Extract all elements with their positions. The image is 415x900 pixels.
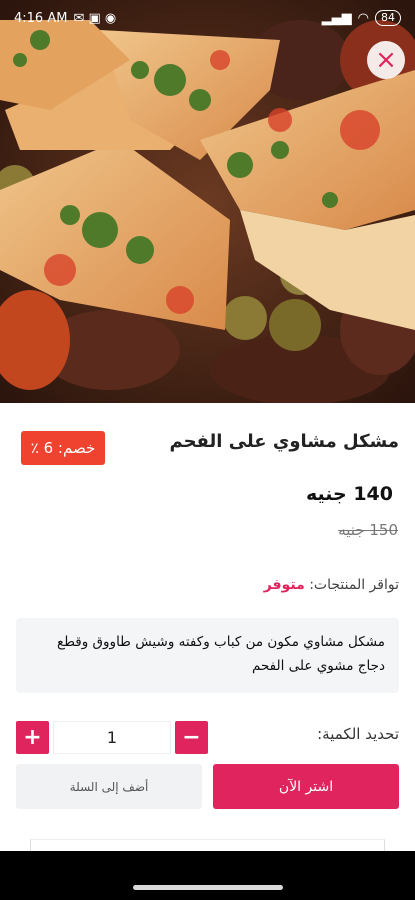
system-nav-bar [0,851,415,900]
close-icon: × [375,45,397,75]
minus-icon: − [182,724,201,750]
buy-now-button[interactable]: اشتر الآن [213,764,399,809]
quantity-stepper: + 1 − [16,720,208,754]
status-bar: 4:16 AM ✉ ▣ ◉ ▂▄▆ ◠ 84 [0,0,415,36]
signal-icon: ▂▄▆ [321,10,352,26]
availability-value: متوفر [263,577,305,593]
product-price: 140 جنيه [305,483,393,505]
home-handle[interactable] [133,885,283,890]
product-title: مشكل مشاوي على الفحم [169,431,399,452]
quantity-plus-button[interactable]: + [16,720,49,754]
notification-icons: ✉ ▣ ◉ [73,10,117,26]
description-text: مشكل مشاوي مكون من كباب وكفته وشيش طاووق… [57,634,385,674]
food-photo [0,0,415,403]
quantity-label: تحديد الكمية: [317,725,399,743]
old-price: 150 جنيه [338,521,398,539]
plus-icon: + [23,724,42,750]
quantity-input[interactable]: 1 [53,720,171,754]
add-to-cart-button[interactable]: أضف إلى السلة [16,764,202,809]
wifi-icon: ◠ [357,10,369,26]
availability: تواقر المنتجات: متوفر [264,577,399,593]
product-details: مشكل مشاوي على الفحم خصم: 6 ٪ 140 جنيه 1… [0,403,415,852]
product-description: مشكل مشاوي مكون من كباب وكفته وشيش طاووق… [16,618,399,693]
availability-label: تواقر المنتجات: [309,577,399,593]
quantity-minus-button[interactable]: − [175,720,208,754]
status-time: 4:16 AM [14,10,68,26]
close-button[interactable]: × [367,41,405,79]
battery-icon: 84 [375,10,401,26]
discount-badge: خصم: 6 ٪ [21,431,105,465]
product-image [0,0,415,403]
